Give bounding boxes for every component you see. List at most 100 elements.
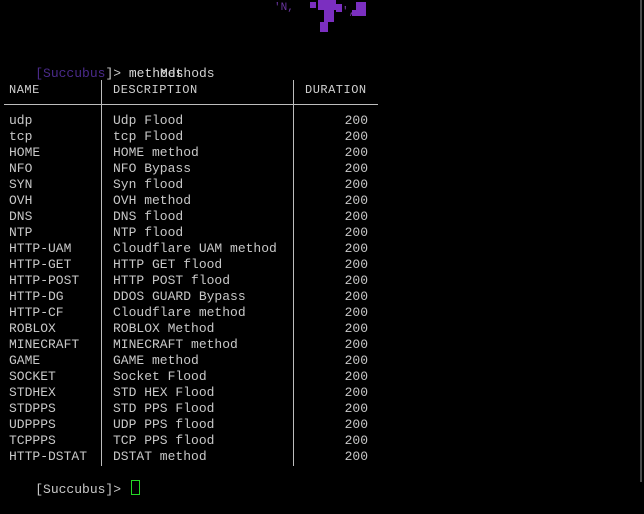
method-duration: 200 — [344, 129, 368, 144]
table-row: DNS DNS flood 200 — [0, 209, 400, 225]
text-cursor — [130, 480, 140, 495]
method-name: DNS — [9, 209, 33, 224]
table-row: HTTP-UAM Cloudflare UAM method 200 — [0, 241, 400, 257]
bottom-prompt-line[interactable]: [Succubus]> — [4, 464, 140, 514]
method-description: DDOS GUARD Bypass — [113, 289, 246, 304]
banner-block-7 — [352, 10, 358, 16]
method-name: HTTP-POST — [9, 273, 80, 288]
method-name: HTTP-DSTAT — [9, 449, 88, 464]
method-name: tcp — [9, 129, 33, 144]
method-name: STDPPS — [9, 401, 56, 416]
prompt-open-bracket: [ — [35, 66, 44, 81]
method-name: udp — [9, 113, 33, 128]
table-row: GAME GAME method 200 — [0, 353, 400, 369]
table-row: HTTP-DG DDOS GUARD Bypass 200 — [0, 289, 400, 305]
method-description: HTTP POST flood — [113, 273, 231, 288]
method-duration: 200 — [344, 193, 368, 208]
method-name: NFO — [9, 161, 33, 176]
banner-left-text: 'N, — [274, 2, 294, 14]
banner-block-4 — [320, 22, 328, 32]
method-duration: 200 — [344, 449, 368, 464]
method-duration: 200 — [344, 337, 368, 352]
method-duration: 200 — [344, 145, 368, 160]
table-row: OVH OVH method 200 — [0, 193, 400, 209]
method-description: NFO Bypass — [113, 161, 192, 176]
table-row: HTTP-CF Cloudflare method 200 — [0, 305, 400, 321]
method-name: SOCKET — [9, 369, 56, 384]
table-row: HOME HOME method 200 — [0, 145, 400, 161]
table-row: HTTP-DSTAT DSTAT method 200 — [0, 449, 400, 465]
method-duration: 200 — [344, 289, 368, 304]
method-description: MINECRAFT method — [113, 337, 238, 352]
method-name: HTTP-GET — [9, 257, 72, 272]
method-duration: 200 — [344, 417, 368, 432]
terminal-window[interactable]: 'N, ', [Succubus]> methods Methods NAME … — [0, 0, 644, 497]
method-duration: 200 — [344, 433, 368, 448]
method-description: STD PPS Flood — [113, 401, 215, 416]
method-description: OVH method — [113, 193, 192, 208]
banner-block-3 — [324, 10, 334, 22]
banner-block-2 — [318, 0, 336, 10]
method-name: SYN — [9, 177, 33, 192]
method-name: UDPPPS — [9, 417, 56, 432]
table-row: udp Udp Flood 200 — [0, 113, 400, 129]
ascii-banner: 'N, ', — [270, 0, 380, 36]
method-description: TCP PPS flood — [113, 433, 215, 448]
table-row: tcp tcp Flood 200 — [0, 129, 400, 145]
method-name: ROBLOX — [9, 321, 56, 336]
method-description: DSTAT method — [113, 449, 207, 464]
method-duration: 200 — [344, 209, 368, 224]
table-row: MINECRAFT MINECRAFT method 200 — [0, 337, 400, 353]
table-row: TCPPPS TCP PPS flood 200 — [0, 433, 400, 449]
methods-table-body: udp Udp Flood 200 tcp tcp Flood 200 HOME HOME m… — [0, 113, 400, 465]
method-duration: 200 — [344, 177, 368, 192]
method-name: MINECRAFT — [9, 337, 80, 352]
window-border — [640, 0, 642, 482]
table-row: STDHEX STD HEX Flood 200 — [0, 385, 400, 401]
method-name: TCPPPS — [9, 433, 56, 448]
method-description: Cloudflare UAM method — [113, 241, 277, 256]
method-duration: 200 — [344, 305, 368, 320]
method-duration: 200 — [344, 401, 368, 416]
table-row: HTTP-POST HTTP POST flood 200 — [0, 273, 400, 289]
prompt-symbol: ]> — [105, 66, 129, 81]
method-description: Udp Flood — [113, 113, 184, 128]
method-description: Syn flood — [113, 177, 184, 192]
method-duration: 200 — [344, 225, 368, 240]
method-duration: 200 — [344, 385, 368, 400]
method-description: UDP PPS flood — [113, 417, 215, 432]
method-name: HOME — [9, 145, 41, 160]
column-header-name: NAME — [9, 83, 40, 97]
method-description: Socket Flood — [113, 369, 207, 384]
method-duration: 200 — [344, 273, 368, 288]
method-duration: 200 — [344, 241, 368, 256]
method-duration: 200 — [344, 353, 368, 368]
table-row: UDPPPS UDP PPS flood 200 — [0, 417, 400, 433]
method-duration: 200 — [344, 161, 368, 176]
header-divider — [4, 104, 378, 105]
banner-block-1 — [310, 2, 316, 8]
method-description: DNS flood — [113, 209, 184, 224]
method-description: tcp Flood — [113, 129, 184, 144]
prompt-user-name: Succubus — [43, 66, 106, 81]
method-description: HTTP GET flood — [113, 257, 223, 272]
method-description: ROBLOX Method — [113, 321, 215, 336]
method-duration: 200 — [344, 113, 368, 128]
method-description: HOME method — [113, 145, 199, 160]
method-duration: 200 — [344, 369, 368, 384]
method-name: STDHEX — [9, 385, 56, 400]
method-description: Cloudflare method — [113, 305, 246, 320]
method-duration: 200 — [344, 257, 368, 272]
method-name: HTTP-UAM — [9, 241, 72, 256]
table-row: STDPPS STD PPS Flood 200 — [0, 401, 400, 417]
method-name: NTP — [9, 225, 33, 240]
method-description: NTP flood — [113, 225, 184, 240]
method-name: GAME — [9, 353, 41, 368]
table-row: HTTP-GET HTTP GET flood 200 — [0, 257, 400, 273]
method-name: HTTP-CF — [9, 305, 64, 320]
table-title: Methods — [160, 66, 215, 81]
method-duration: 200 — [344, 321, 368, 336]
method-name: OVH — [9, 193, 33, 208]
column-header-description: DESCRIPTION — [113, 83, 198, 97]
method-name: HTTP-DG — [9, 289, 64, 304]
